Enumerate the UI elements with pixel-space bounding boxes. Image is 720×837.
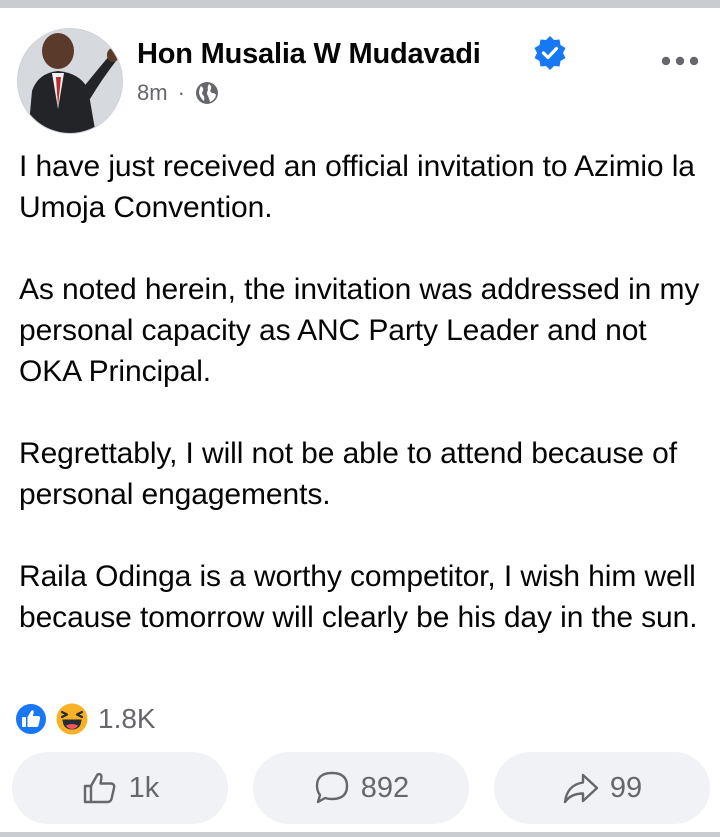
meta-separator: · — [177, 80, 185, 105]
like-reaction-icon — [14, 702, 48, 736]
reaction-icons — [14, 700, 92, 738]
author-avatar[interactable] — [17, 28, 123, 134]
reactions-summary[interactable]: 1.8K — [14, 700, 156, 738]
reaction-count: 1.8K — [98, 703, 156, 734]
comment-button[interactable]: 892 — [253, 752, 469, 824]
haha-reaction-icon — [54, 701, 90, 737]
post-paragraph: Raila Odinga is a worthy competitor, I w… — [19, 560, 698, 634]
post-paragraph: Regrettably, I will not be able to atten… — [19, 437, 677, 511]
share-button[interactable]: 99 — [494, 752, 710, 824]
share-count: 99 — [609, 771, 643, 804]
more-options-icon[interactable] — [660, 54, 700, 68]
post-paragraph: As noted herein, the invitation was addr… — [19, 273, 700, 388]
like-count: 1k — [128, 771, 160, 804]
globe-icon — [195, 82, 218, 104]
thumbs-up-icon — [83, 772, 116, 804]
avatar-image — [18, 29, 122, 133]
comment-icon — [315, 771, 348, 804]
author-name[interactable]: Hon Musalia W Mudavadi — [137, 38, 481, 71]
comment-count: 892 — [360, 771, 410, 804]
verified-badge-icon — [534, 36, 566, 70]
like-button[interactable]: 1k — [12, 752, 228, 824]
post-paragraph: I have just received an official invitat… — [19, 150, 695, 224]
post-timestamp[interactable]: 8m — [137, 80, 168, 106]
post-actions: 1k 892 99 — [12, 752, 710, 824]
post-header: Hon Musalia W Mudavadi 8m · — [0, 8, 720, 140]
post-text: I have just received an official invitat… — [19, 146, 709, 638]
share-arrow-icon — [563, 773, 599, 804]
feed-separator-top — [0, 0, 720, 8]
feed-separator-bottom — [0, 832, 720, 837]
post-meta: 8m · — [137, 78, 219, 108]
